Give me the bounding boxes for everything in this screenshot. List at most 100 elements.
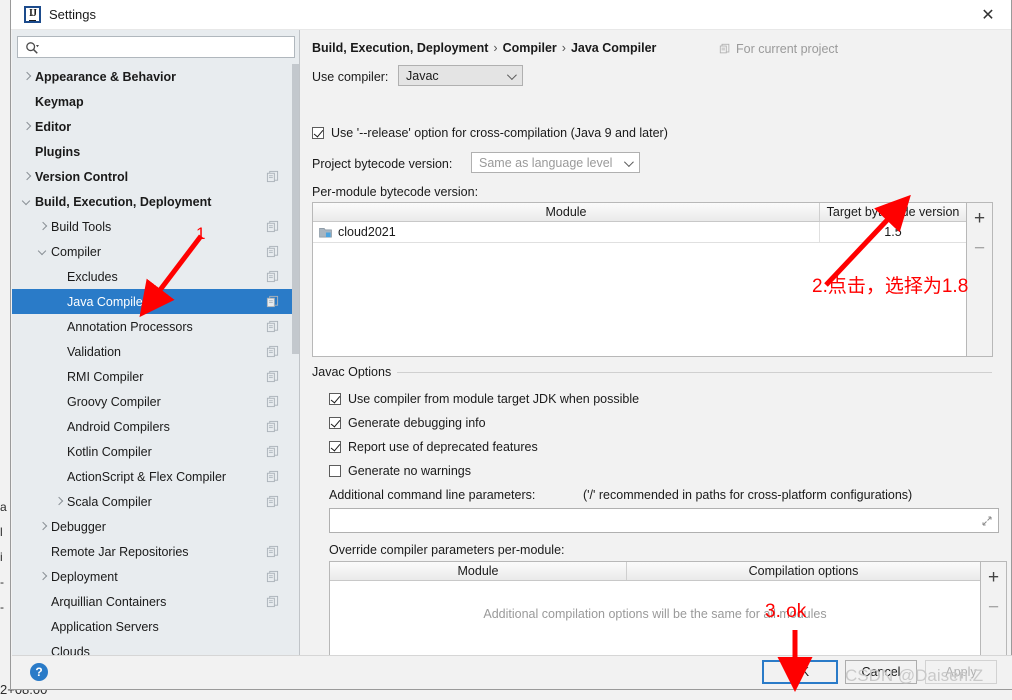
copy-icon — [266, 270, 279, 283]
module-icon — [319, 227, 332, 238]
copy-icon — [266, 295, 279, 308]
sidebar-item-plugins[interactable]: Plugins — [12, 139, 293, 164]
javac-option-row-3[interactable]: Generate no warnings — [329, 464, 471, 478]
use-compiler-label: Use compiler: — [312, 70, 389, 84]
close-icon[interactable]: ✕ — [965, 0, 1011, 30]
table-row[interactable]: cloud2021 1.5 — [313, 222, 966, 243]
sidebar-item-label: Validation — [67, 344, 121, 359]
chevron-right-icon[interactable] — [36, 220, 49, 233]
sidebar-item-label: Remote Jar Repositories — [51, 544, 189, 559]
sidebar-item-debugger[interactable]: Debugger — [12, 514, 293, 539]
additional-params-input[interactable] — [329, 508, 999, 533]
scope-indicator: For current project — [719, 42, 838, 56]
sidebar-item-java-compiler[interactable]: Java Compiler — [12, 289, 293, 314]
override-table-buttons: + − — [981, 561, 1007, 660]
chevron-right-icon[interactable] — [52, 495, 65, 508]
javac-option-label-3: Generate no warnings — [348, 464, 471, 478]
sidebar-item-build-execution-deployment[interactable]: Build, Execution, Deployment — [12, 189, 293, 214]
sidebar-item-rmi-compiler[interactable]: RMI Compiler — [12, 364, 293, 389]
settings-dialog: IJ Settings ✕ Appearance & Behavior Keyma… — [10, 0, 1012, 690]
chevron-right-icon[interactable] — [36, 570, 49, 583]
javac-option-row-1[interactable]: Generate debugging info — [329, 416, 486, 430]
sidebar-item-validation[interactable]: Validation — [12, 339, 293, 364]
module-target-version[interactable]: 1.5 — [820, 222, 966, 242]
sidebar-scrollbar-thumb[interactable] — [292, 64, 299, 354]
sidebar-item-excludes[interactable]: Excludes — [12, 264, 293, 289]
copy-icon — [266, 445, 279, 458]
chevron-down-icon — [623, 157, 634, 168]
copy-icon — [266, 470, 279, 483]
sidebar-item-version-control[interactable]: Version Control — [12, 164, 293, 189]
javac-option-checkbox-0[interactable] — [329, 393, 341, 405]
sidebar-item-build-tools[interactable]: Build Tools — [12, 214, 293, 239]
chevron-right-icon[interactable] — [20, 120, 33, 133]
sidebar-item-remote-jar-repositories[interactable]: Remote Jar Repositories — [12, 539, 293, 564]
sidebar-item-appearance-behavior[interactable]: Appearance & Behavior — [12, 64, 293, 89]
override-table-col-module[interactable]: Module — [330, 562, 627, 580]
javac-option-row-2[interactable]: Report use of deprecated features — [329, 440, 538, 454]
chevron-right-icon[interactable] — [36, 520, 49, 533]
chevron-right-icon[interactable] — [20, 170, 33, 183]
add-override-button[interactable]: + — [981, 562, 1006, 592]
watermark: CSDN @Daisen.Z — [845, 666, 984, 685]
sidebar-item-label: Debugger — [51, 519, 106, 534]
sidebar-item-clouds[interactable]: Clouds — [12, 639, 293, 656]
search-box[interactable] — [17, 36, 295, 58]
sidebar-item-label: Java Compiler — [67, 294, 147, 309]
sidebar-item-actionscript-flex-compiler[interactable]: ActionScript & Flex Compiler — [12, 464, 293, 489]
sidebar-item-deployment[interactable]: Deployment — [12, 564, 293, 589]
module-table-col-target[interactable]: Target bytecode version — [820, 203, 966, 221]
module-table-col-module[interactable]: Module — [313, 203, 820, 221]
project-bytecode-select[interactable]: Same as language level — [471, 152, 640, 173]
sidebar-item-label: Annotation Processors — [67, 319, 193, 334]
copy-icon — [266, 420, 279, 433]
add-module-button[interactable]: + — [967, 203, 992, 233]
sidebar-item-application-servers[interactable]: Application Servers — [12, 614, 293, 639]
override-label: Override compiler parameters per-module: — [329, 543, 565, 557]
sidebar-item-label: Version Control — [35, 169, 129, 184]
javac-option-checkbox-3[interactable] — [329, 465, 341, 477]
additional-params-label: Additional command line parameters: — [329, 488, 536, 502]
sidebar-item-label: Groovy Compiler — [67, 394, 161, 409]
sidebar-item-annotation-processors[interactable]: Annotation Processors — [12, 314, 293, 339]
sidebar-item-scala-compiler[interactable]: Scala Compiler — [12, 489, 293, 514]
sidebar-item-groovy-compiler[interactable]: Groovy Compiler — [12, 389, 293, 414]
use-compiler-select[interactable]: Javac — [398, 65, 523, 86]
sidebar-item-android-compilers[interactable]: Android Compilers — [12, 414, 293, 439]
release-option-checkbox[interactable] — [312, 127, 324, 139]
sidebar-item-editor[interactable]: Editor — [12, 114, 293, 139]
help-button[interactable]: ? — [30, 663, 48, 681]
annotation-label-2: 2.点击，选择为1.8 — [812, 276, 969, 297]
override-table[interactable]: Module Compilation options Additional co… — [329, 561, 981, 660]
sidebar-item-compiler[interactable]: Compiler — [12, 239, 293, 264]
chevron-down-icon[interactable] — [20, 195, 33, 208]
search-input[interactable] — [45, 38, 290, 56]
javac-option-checkbox-2[interactable] — [329, 441, 341, 453]
javac-option-checkbox-1[interactable] — [329, 417, 341, 429]
chevron-down-icon[interactable] — [36, 245, 49, 258]
javac-option-label-0: Use compiler from module target JDK when… — [348, 392, 640, 406]
sidebar-item-label: Plugins — [35, 144, 81, 159]
remove-override-button[interactable]: − — [981, 592, 1006, 622]
ok-button[interactable]: OK — [762, 660, 838, 684]
sidebar-item-label: Keymap — [35, 94, 84, 109]
chevron-right-icon[interactable] — [20, 70, 33, 83]
sidebar-item-kotlin-compiler[interactable]: Kotlin Compiler — [12, 439, 293, 464]
override-table-col-options[interactable]: Compilation options — [627, 562, 980, 580]
sidebar-item-keymap[interactable]: Keymap — [12, 89, 293, 114]
expand-icon[interactable] — [982, 516, 992, 526]
javac-option-row-0[interactable]: Use compiler from module target JDK when… — [329, 392, 639, 406]
breadcrumb-separator-1: › — [493, 41, 498, 55]
release-option-row[interactable]: Use '--release' option for cross-compila… — [312, 126, 668, 140]
sidebar-item-arquillian-containers[interactable]: Arquillian Containers — [12, 589, 293, 614]
remove-module-button[interactable]: − — [967, 233, 992, 263]
